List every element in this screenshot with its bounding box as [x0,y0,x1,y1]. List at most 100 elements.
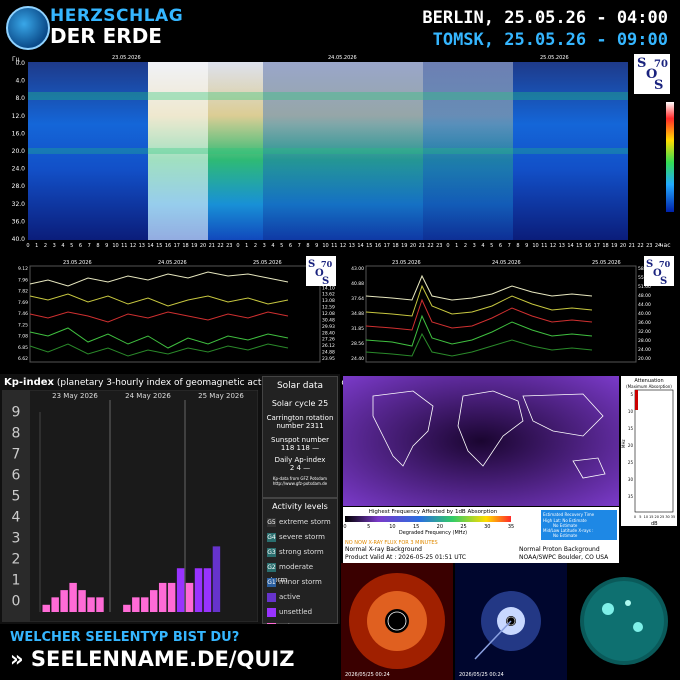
activity-level-swatch: G1 [267,577,276,587]
kp-level-label: 0 [12,594,21,610]
spectrogram-y-tick: 4.0 [15,78,25,85]
plot-y-tick: 29.93 [322,324,335,330]
spectrogram-x-tick: 19 [191,243,197,249]
sos70-logo-icon: S O S 70 [306,256,336,287]
spectrogram-y-tick: 32.0 [12,201,26,208]
plot-y-tick: 6.62 [18,356,28,362]
activity-level-swatch [267,592,276,602]
spectrogram-x-tick: 8 [516,243,519,249]
attenuation-y-tick: 10 [628,409,634,414]
spectrogram-x-tick: 20 [620,243,626,249]
plot-y-tick: 32.00 [638,329,651,335]
kp-bar-chart: 9 8 7 6 5 4 3 2 1 0 23 May 2026 24 May 2026 25 May … [2,390,258,622]
spectrogram-x-tick: 16 [375,243,381,249]
schumann-spectrogram: 0.04.08.012.016.020.024.028.032.036.040.… [8,52,676,250]
quiz-link[interactable]: » SEELENNAME.DE/QUIZ [10,647,294,671]
sos70-logo-icon: S O S 70 [644,256,674,287]
spectrogram-x-tick: 11 [121,243,127,249]
spectrogram-y-tick: 8.0 [15,95,25,102]
sdo-aia-image [568,563,680,680]
quiz-question: WELCHER SEELENTYP BIST DU? [10,630,240,645]
activity-level-item: G2 moderate storm [263,560,337,584]
kp-level-label: 6 [12,468,21,484]
activity-level-label: minor storm [279,578,322,586]
spectrogram-y-unit: Гц [12,56,20,63]
left-plot-y-left-ticks: 9.12 7.96 7.82 7.69 7.46 7.25 7.08 6.85 6.62 [18,266,28,362]
sos70-logo-icon: S O S 70 [634,54,670,94]
plot-y-tick: 28.40 [322,330,335,336]
kp-source: Kp-data from GFZ Potsdam http://www.gfz-… [272,476,328,486]
kp-day-label: 24 May 2026 [125,392,171,400]
activity-level-label: extreme storm [279,518,331,526]
legend-title: Highest Frequency Affected by 1dB Absorp… [369,509,498,515]
kp-level-label: 3 [12,531,21,547]
activity-level-item: G1 minor storm [263,575,337,590]
spectrogram-x-tick: 9 [525,243,528,249]
right-plot-date-3: 25.05.2026 [592,260,621,266]
spectrogram-x-tick: 7 [298,243,301,249]
activity-levels-panel: Activity levels G5 extreme storm G4 severe … [262,498,338,632]
plot-y-tick: 27.26 [322,337,335,343]
spectrogram-x-tick: 13 [139,243,145,249]
kp-bar [78,590,86,612]
left-plot-date-2: 24.05.2026 [158,260,187,266]
spectrogram-x-tick: 4 [271,243,274,249]
noaa-boulder: NOAA/SWPC Boulder, CO USA [519,554,609,561]
plot-y-tick: 31.85 [351,326,364,332]
tomsk-time: TOMSK, 25.05.26 - 09:00 [432,30,668,50]
kp-bar [96,597,104,612]
plot-y-tick: 37.64 [351,296,364,302]
spectrogram-x-tick: 4 [61,243,64,249]
lasco-c2-caption: 2026/05/25 00:24 [345,672,390,678]
plot-y-tick: 48.00 [638,293,651,299]
spectrogram-x-tick: 18 [182,243,188,249]
attenuation-x-unit: dB [651,521,658,526]
kp-bar [212,546,221,612]
spectrogram-x-tick: 20 [200,243,206,249]
activity-level-swatch: G4 [267,532,276,542]
plot-y-tick: 13.08 [322,298,335,304]
spectrogram-x-tick: 2 [254,243,257,249]
earth-logo-icon [6,6,50,50]
activity-level-label: severe storm [279,533,325,541]
activity-level-item: unsettled [263,605,337,620]
spectrogram-x-tick: 5 [490,243,493,249]
svg-text:70: 70 [654,59,668,70]
spectrogram-x-tick: 12 [130,243,136,249]
spectrogram-x-tick: 21 [209,243,215,249]
spectrogram-x-tick: 1 [455,243,458,249]
plot-y-tick: 28.00 [638,338,651,344]
brand-line2: DER ERDE [50,24,162,48]
spectrogram-x-tick: 21 [629,243,635,249]
legend-tick: 10 [389,524,395,530]
noaa-proton: Normal Proton Background [519,546,600,553]
kp-bar [203,568,212,612]
kp-bar [185,582,194,612]
spectrogram-y-tick: 20.0 [12,148,26,155]
legend-tick: 5 [367,524,370,530]
attenuation-x-tick: 5 [639,515,641,519]
attenuation-y-unit: MHz [621,439,626,448]
kp-level-label: 2 [12,552,21,568]
spectrogram-x-tick: 0 [446,243,449,249]
kp-bar [158,582,167,612]
left-plot-date-1: 23.05.2026 [63,260,92,266]
kp-level-label: 7 [12,447,21,463]
kp-level-label: 4 [12,510,21,526]
activity-level-label: unsettled [279,608,313,616]
plot-y-tick: 28.56 [351,341,364,347]
ap-label: Daily Ap-index [274,456,326,464]
plot-y-tick: 7.46 [18,311,28,317]
spectrogram-x-tick: 14 [567,243,573,249]
spectrogram-x-tick: 17 [594,243,600,249]
kp-bar [132,597,140,612]
spectrogram-y-ticks: 0.04.08.012.016.020.024.028.032.036.040.… [12,60,26,243]
kp-day-label: 25 May 2026 [198,392,244,400]
legend-axis-label: Degraded Frequency (MHz) [399,530,467,536]
lasco-c3-caption: 2026/05/25 00:24 [459,672,504,678]
sunspot-values: 118 118 — [280,444,320,452]
attenuation-x-tick: 25 [660,515,664,519]
spectrogram-x-tick: 23 [226,243,232,249]
svg-text:70: 70 [659,259,671,269]
activity-title: Activity levels [272,502,328,511]
